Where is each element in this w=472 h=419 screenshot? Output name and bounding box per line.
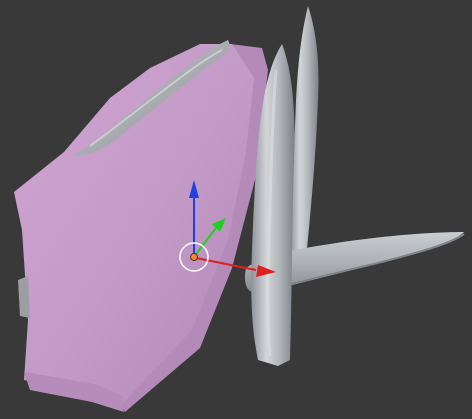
pivot-point-icon[interactable] xyxy=(190,253,198,261)
scene-canvas[interactable] xyxy=(0,0,472,419)
3d-viewport[interactable] xyxy=(0,0,472,419)
pink-block[interactable] xyxy=(14,44,268,412)
pink-block-left-edge xyxy=(18,276,30,318)
